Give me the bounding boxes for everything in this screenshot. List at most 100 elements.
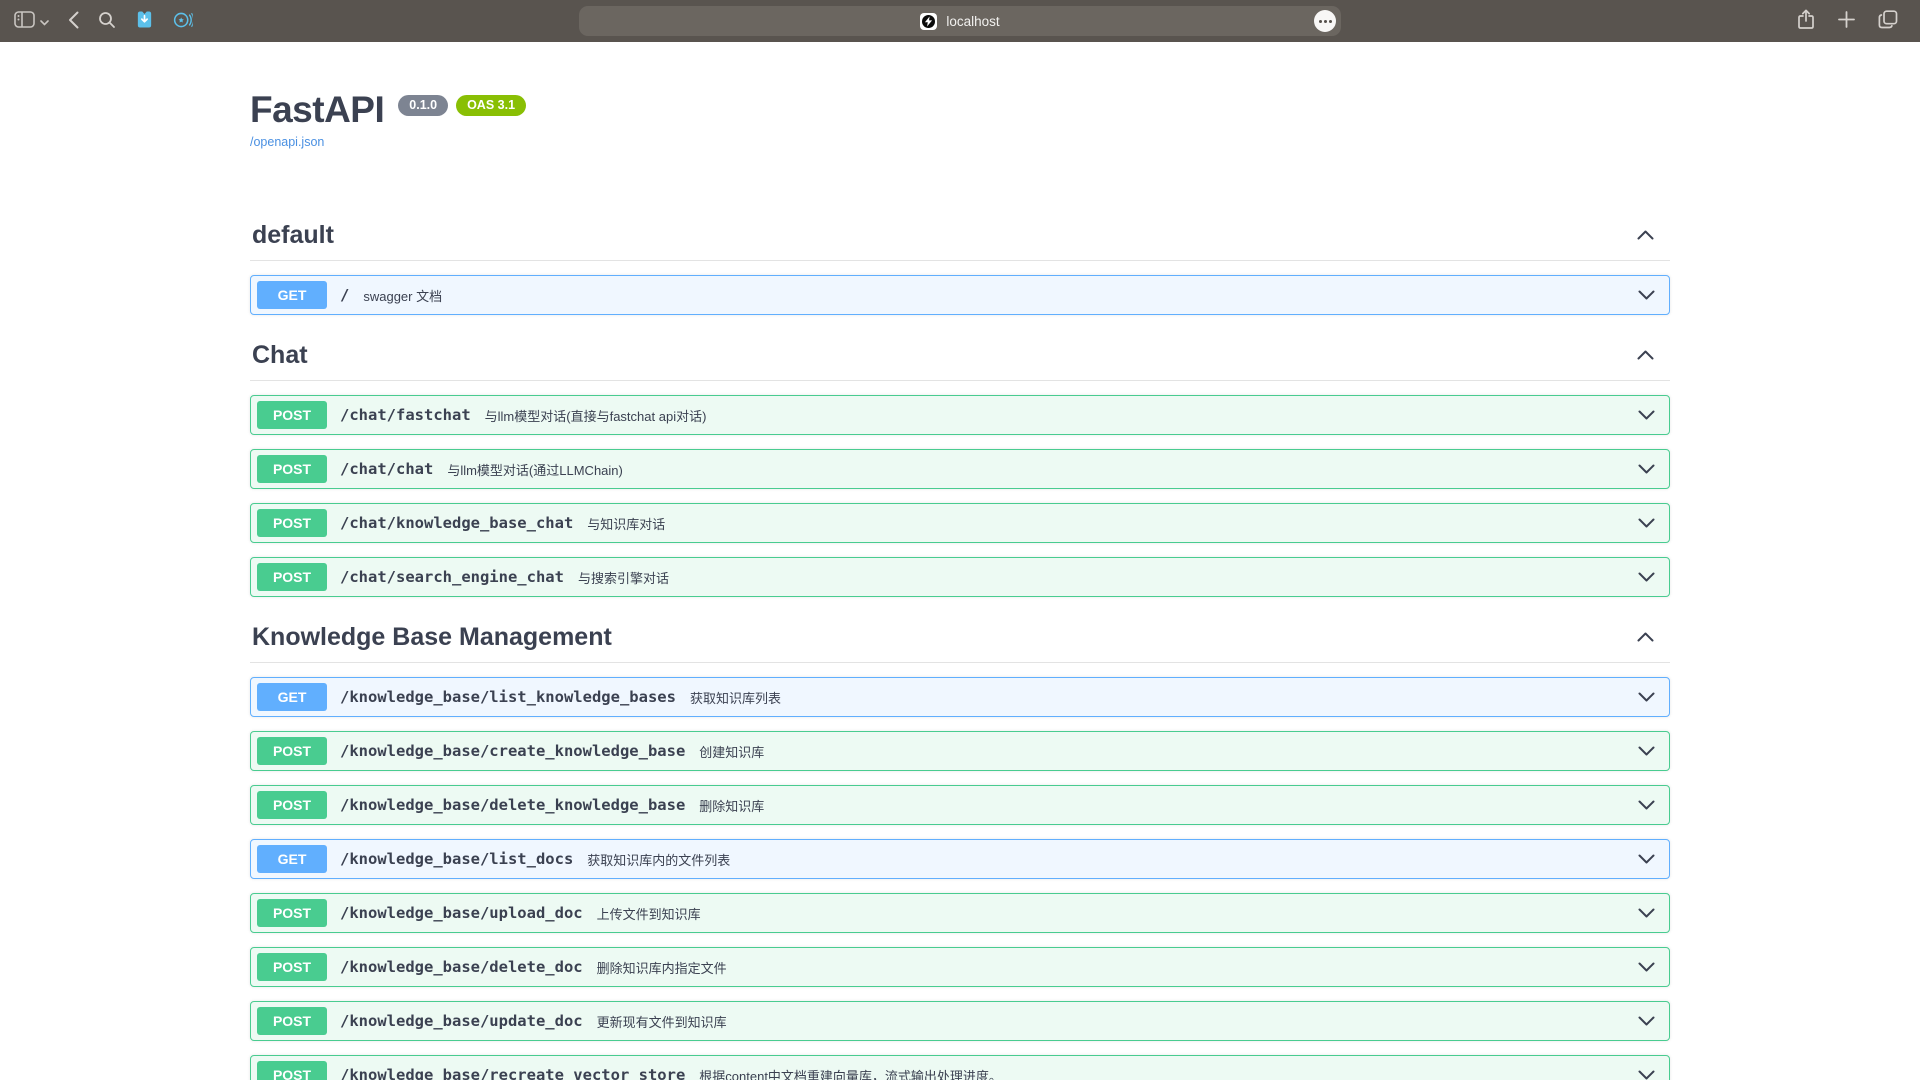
- endpoint-path: /knowledge_base/delete_doc: [340, 958, 583, 976]
- endpoint-description: swagger 文档: [363, 286, 442, 305]
- api-section-knowledge-base-management: Knowledge Base Management GET/knowledge_b…: [250, 617, 1670, 1080]
- oas-badge: OAS 3.1: [456, 95, 526, 116]
- sidebar-toggle-button[interactable]: [14, 11, 35, 31]
- method-badge: POST: [257, 455, 327, 483]
- endpoint-row[interactable]: POST/chat/chat 与llm模型对话(通过LLMChain): [250, 449, 1670, 489]
- section-title: Knowledge Base Management: [252, 623, 612, 652]
- back-icon: [68, 11, 79, 32]
- section-header[interactable]: default: [250, 215, 1670, 261]
- share-icon: [1797, 9, 1815, 33]
- method-badge: POST: [257, 401, 327, 429]
- openapi-spec-link[interactable]: /openapi.json: [250, 135, 324, 149]
- ellipsis-icon: [1319, 20, 1332, 23]
- endpoint-description: 与搜索引擎对话: [578, 568, 669, 587]
- chevron-down-icon[interactable]: [1638, 464, 1655, 475]
- chevron-up-icon: [1637, 228, 1654, 243]
- page-settings-button[interactable]: [1314, 10, 1336, 32]
- method-badge: POST: [257, 1007, 327, 1035]
- sidebar-icon: [14, 11, 35, 31]
- chevron-down-icon[interactable]: [1638, 692, 1655, 703]
- back-button[interactable]: [68, 11, 79, 32]
- section-header[interactable]: Knowledge Base Management: [250, 617, 1670, 663]
- extension-concentric-circles-icon: [173, 10, 193, 33]
- endpoint-row[interactable]: POST/knowledge_base/recreate_vector_stor…: [250, 1055, 1670, 1080]
- chevron-down-icon[interactable]: [1638, 518, 1655, 529]
- endpoint-path: /knowledge_base/update_doc: [340, 1012, 583, 1030]
- chevron-down-icon[interactable]: [1638, 1016, 1655, 1027]
- chevron-down-icon[interactable]: [1638, 746, 1655, 757]
- endpoint-row[interactable]: GET/knowledge_base/list_knowledge_bases获…: [250, 677, 1670, 717]
- endpoint-path: /chat/fastchat: [340, 406, 471, 424]
- endpoint-row[interactable]: POST/knowledge_base/update_doc 更新现有文件到知识库: [250, 1001, 1670, 1041]
- address-bar[interactable]: localhost: [579, 6, 1341, 36]
- section-title: default: [252, 221, 334, 250]
- method-badge: GET: [257, 281, 327, 309]
- chevron-down-icon: [40, 14, 49, 29]
- endpoint-row[interactable]: POST/knowledge_base/delete_knowledge_bas…: [250, 785, 1670, 825]
- api-sections: default GET / swagger 文档 Chat POST/chat/fastc…: [250, 215, 1670, 1080]
- endpoint-path: /knowledge_base/recreate_vector_store: [340, 1066, 685, 1080]
- chevron-down-icon[interactable]: [1638, 1070, 1655, 1080]
- section-collapse-button[interactable]: [1623, 228, 1668, 243]
- chevron-down-icon[interactable]: [1638, 962, 1655, 973]
- endpoint-row[interactable]: POST/chat/search_engine_chat 与搜索引擎对话: [250, 557, 1670, 597]
- chevron-up-icon: [1637, 348, 1654, 363]
- endpoint-path: /knowledge_base/create_knowledge_base: [340, 742, 685, 760]
- chevron-down-icon[interactable]: [1638, 854, 1655, 865]
- chevron-down-icon[interactable]: [1638, 572, 1655, 583]
- share-button[interactable]: [1797, 9, 1815, 33]
- endpoint-description: 删除知识库内指定文件: [597, 958, 727, 977]
- endpoint-path: /knowledge_base/list_docs: [340, 850, 573, 868]
- endpoint-description: 创建知识库: [699, 742, 764, 761]
- api-section-default: default GET / swagger 文档: [250, 215, 1670, 315]
- endpoint-description: 获取知识库列表: [690, 688, 781, 707]
- endpoint-row[interactable]: GET/knowledge_base/list_docs获取知识库内的文件列表: [250, 839, 1670, 879]
- search-button[interactable]: [98, 11, 116, 32]
- endpoint-description: 更新现有文件到知识库: [597, 1012, 727, 1031]
- plus-icon: [1838, 11, 1855, 31]
- endpoint-path: /chat/chat: [340, 460, 433, 478]
- endpoint-row[interactable]: POST/knowledge_base/delete_doc删除知识库内指定文件: [250, 947, 1670, 987]
- endpoint-description: 根据content中文档重建向量库，流式输出处理进度。: [699, 1066, 1002, 1080]
- chevron-down-icon[interactable]: [1638, 800, 1655, 811]
- method-badge: POST: [257, 899, 327, 927]
- section-collapse-button[interactable]: [1623, 630, 1668, 645]
- fastapi-favicon: [920, 13, 937, 30]
- chevron-up-icon: [1637, 630, 1654, 645]
- method-badge: GET: [257, 683, 327, 711]
- chevron-down-icon[interactable]: [1638, 410, 1655, 421]
- endpoint-row[interactable]: POST/chat/knowledge_base_chat 与知识库对话: [250, 503, 1670, 543]
- browser-toolbar: localhost: [0, 0, 1920, 42]
- extension-button-2[interactable]: [173, 10, 193, 33]
- section-header[interactable]: Chat: [250, 335, 1670, 381]
- extension-button-1[interactable]: [135, 10, 154, 32]
- endpoint-path: /chat/knowledge_base_chat: [340, 514, 573, 532]
- endpoint-row[interactable]: GET / swagger 文档: [250, 275, 1670, 315]
- chevron-down-icon[interactable]: [1638, 908, 1655, 919]
- method-badge: POST: [257, 737, 327, 765]
- url-text: localhost: [946, 14, 999, 29]
- endpoint-row[interactable]: POST/knowledge_base/upload_doc 上传文件到知识库: [250, 893, 1670, 933]
- endpoint-description: 上传文件到知识库: [597, 904, 701, 923]
- endpoint-path: /: [340, 286, 349, 304]
- endpoint-description: 获取知识库内的文件列表: [587, 850, 730, 869]
- chevron-down-icon[interactable]: [1638, 290, 1655, 301]
- page-title: FastAPI: [250, 88, 384, 132]
- search-icon: [98, 11, 116, 32]
- sidebar-menu-button[interactable]: [40, 14, 49, 29]
- method-badge: POST: [257, 563, 327, 591]
- endpoint-path: /knowledge_base/upload_doc: [340, 904, 583, 922]
- endpoint-path: /chat/search_engine_chat: [340, 568, 564, 586]
- endpoint-description: 删除知识库: [699, 796, 764, 815]
- method-badge: POST: [257, 509, 327, 537]
- method-badge: POST: [257, 1061, 327, 1080]
- version-badge: 0.1.0: [398, 95, 448, 116]
- endpoint-row[interactable]: POST/knowledge_base/create_knowledge_bas…: [250, 731, 1670, 771]
- tab-overview-button[interactable]: [1878, 10, 1898, 32]
- new-tab-button[interactable]: [1838, 11, 1855, 31]
- endpoint-description: 与llm模型对话(通过LLMChain): [447, 460, 623, 479]
- endpoint-description: 与知识库对话: [587, 514, 665, 533]
- endpoint-description: 与llm模型对话(直接与fastchat api对话): [485, 406, 707, 425]
- section-collapse-button[interactable]: [1623, 348, 1668, 363]
- endpoint-row[interactable]: POST/chat/fastchat 与llm模型对话(直接与fastchat a…: [250, 395, 1670, 435]
